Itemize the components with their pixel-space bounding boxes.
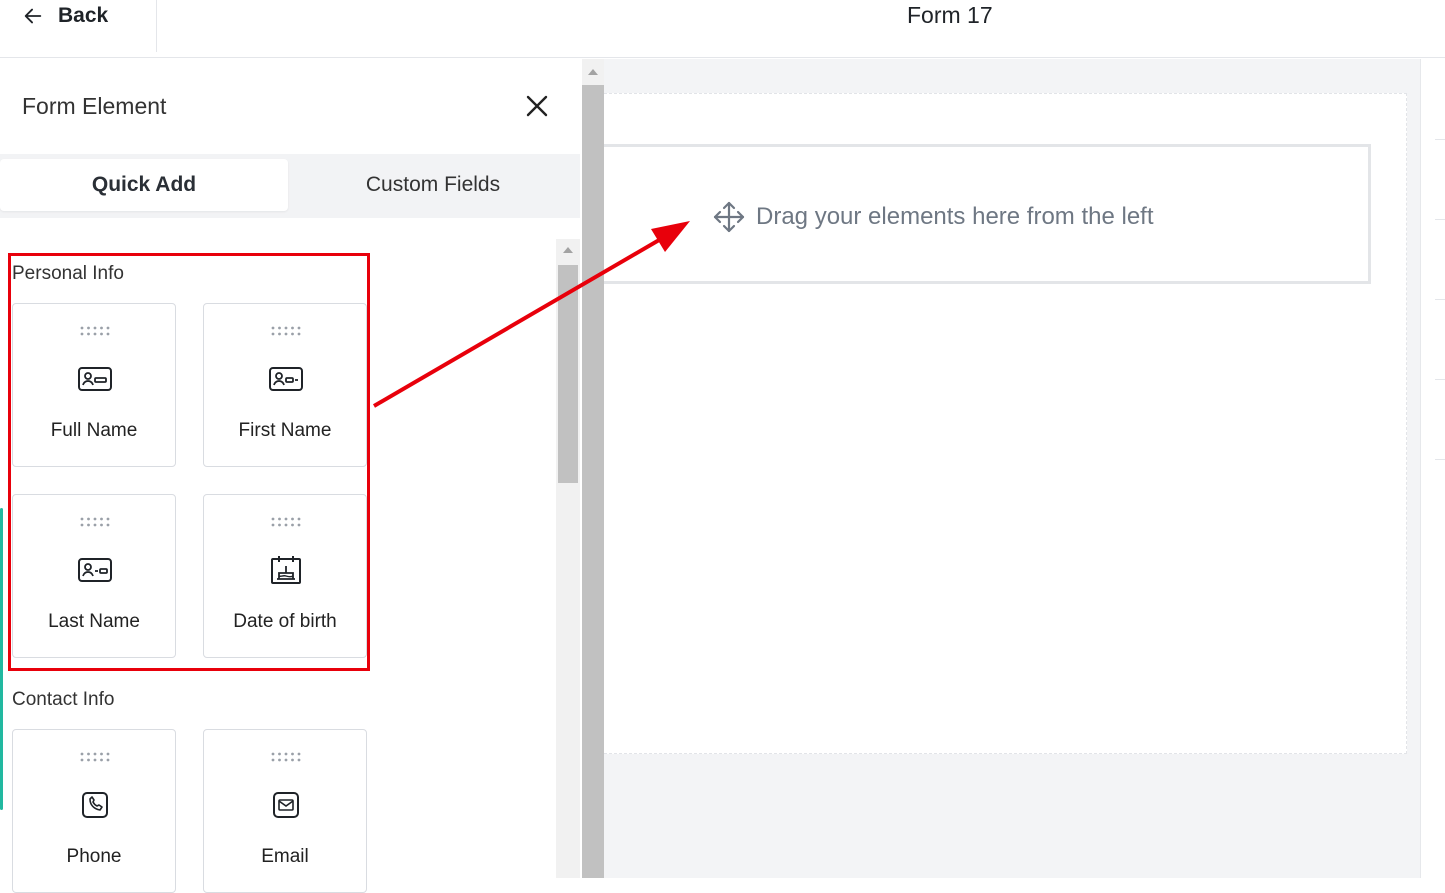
element-card-first-name[interactable]: First Name [203, 303, 367, 467]
panel-scrollbar-thumb[interactable] [558, 265, 578, 483]
drop-hint: Drag your elements here from the left [712, 200, 1154, 234]
header-divider [156, 0, 157, 52]
id-card-icon [269, 367, 303, 391]
drop-hint-text: Drag your elements here from the left [756, 203, 1154, 230]
close-icon[interactable] [524, 93, 550, 119]
form-canvas-card: Drag your elements here from the left [604, 93, 1407, 754]
drag-grip-icon[interactable] [271, 751, 301, 763]
id-card-icon [78, 367, 112, 391]
element-card-email[interactable]: Email [203, 729, 367, 893]
back-button[interactable]: Back [22, 0, 108, 32]
divider [1435, 139, 1445, 140]
element-card-last-name[interactable]: Last Name [12, 494, 176, 658]
email-icon [273, 792, 299, 818]
calendar-icon [271, 556, 301, 584]
element-card-label: Last Name [48, 611, 140, 632]
main-scrollbar-thumb[interactable] [582, 85, 604, 878]
teal-edge-indicator [0, 508, 3, 810]
drag-grip-icon[interactable] [80, 751, 110, 763]
element-card-label: Full Name [50, 420, 138, 441]
element-card-label: Phone [66, 846, 122, 867]
drop-zone[interactable]: Drag your elements here from the left [604, 144, 1371, 284]
divider [1435, 219, 1445, 220]
main-scrollbar[interactable] [582, 59, 604, 878]
divider [1435, 379, 1445, 380]
back-label: Back [58, 4, 109, 27]
element-card-full-name[interactable]: Full Name [12, 303, 176, 467]
section-label-personal-info: Personal Info [12, 263, 124, 284]
arrow-left-icon [24, 8, 42, 24]
element-card-label: Email [261, 846, 309, 867]
tab-quick-add[interactable]: Quick Add [0, 159, 288, 211]
drag-grip-icon[interactable] [80, 325, 110, 337]
form-canvas: Drag your elements here from the left [604, 59, 1420, 878]
top-bar: Back Form 17 [0, 0, 1445, 58]
right-side-panel [1420, 59, 1445, 878]
drag-grip-icon[interactable] [271, 516, 301, 528]
scroll-up-arrow-icon[interactable] [588, 69, 598, 75]
panel-tabs: Quick Add Custom Fields [0, 154, 580, 218]
tab-custom-fields[interactable]: Custom Fields [288, 159, 578, 211]
panel-scrollbar[interactable] [556, 239, 580, 878]
section-label-contact-info: Contact Info [12, 689, 115, 710]
drag-grip-icon[interactable] [271, 325, 301, 337]
divider [1435, 299, 1445, 300]
divider [1435, 459, 1445, 460]
form-title: Form 17 [907, 2, 993, 28]
element-card-label: Date of birth [233, 611, 337, 632]
element-card-date-of-birth[interactable]: Date of birth [203, 494, 367, 658]
drag-grip-icon[interactable] [80, 516, 110, 528]
phone-icon [82, 792, 108, 818]
move-icon [713, 201, 745, 233]
scroll-up-arrow-icon[interactable] [563, 247, 573, 253]
id-card-icon [78, 558, 112, 582]
panel-title: Form Element [22, 93, 167, 119]
element-card-label: First Name [238, 420, 332, 441]
element-card-phone[interactable]: Phone [12, 729, 176, 893]
